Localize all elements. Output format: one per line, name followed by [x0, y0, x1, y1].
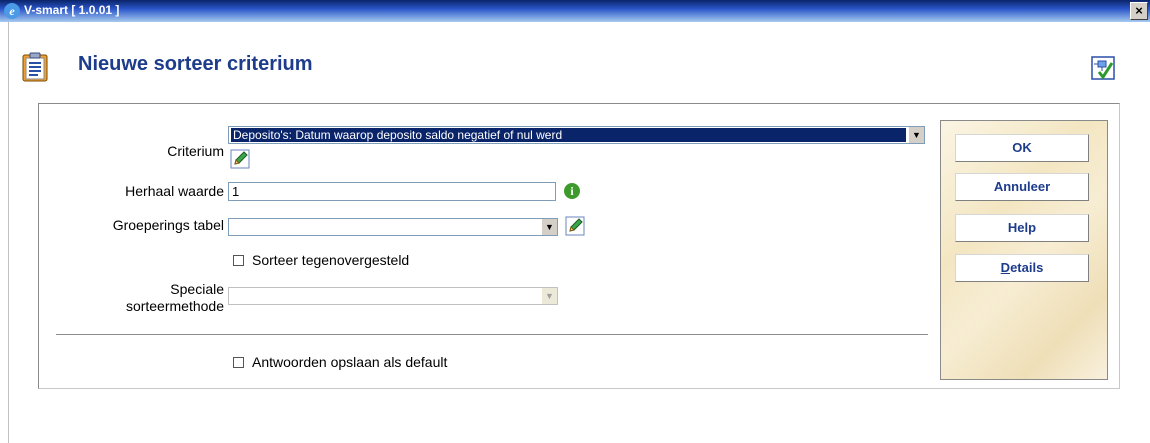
speciale-sorteermethode-label: Speciale sorteermethode — [80, 281, 224, 315]
internet-explorer-icon: e — [4, 3, 20, 19]
groeperings-tabel-label: Groeperings tabel — [112, 217, 224, 233]
ok-button[interactable]: OK — [955, 134, 1089, 162]
details-accesskey: D — [1000, 260, 1011, 275]
window-title: V-smart [ 1.0.01 ] — [24, 3, 120, 17]
window-left-border — [0, 22, 9, 443]
clipboard-list-icon — [22, 52, 48, 82]
details-label-rest: etails — [1010, 260, 1044, 275]
herhaal-waarde-field[interactable]: 1 — [228, 182, 556, 201]
annuleer-button[interactable]: Annuleer — [955, 173, 1089, 201]
speciale-sorteermethode-select[interactable]: ▼ — [228, 287, 558, 305]
sorteer-tegenovergesteld-label: Sorteer tegenovergesteld — [252, 252, 410, 268]
speciale-label-line2: sorteermethode — [125, 298, 224, 314]
antwoorden-opslaan-checkbox[interactable] — [233, 357, 244, 368]
details-button[interactable]: Details — [955, 254, 1089, 282]
pencil-icon[interactable] — [230, 149, 250, 169]
separator — [56, 334, 928, 336]
chevron-down-icon[interactable]: ▼ — [541, 219, 557, 235]
groeperings-tabel-select[interactable]: ▼ — [228, 218, 558, 236]
help-button[interactable]: Help — [955, 214, 1089, 242]
antwoorden-opslaan-label: Antwoorden opslaan als default — [252, 354, 448, 370]
pencil-icon[interactable] — [565, 216, 585, 236]
page-title: Nieuwe sorteer criterium — [78, 53, 313, 75]
criterium-select-value: Deposito's: Datum waarop deposito saldo … — [231, 128, 906, 142]
criterium-select[interactable]: Deposito's: Datum waarop deposito saldo … — [228, 126, 925, 144]
speciale-label-line1: Speciale — [170, 281, 224, 297]
close-icon[interactable]: × — [1130, 2, 1148, 20]
groeperings-tabel-value — [231, 220, 539, 234]
chevron-down-icon[interactable]: ▼ — [908, 127, 924, 143]
chevron-down-icon[interactable]: ▼ — [541, 288, 557, 304]
window-titlebar: e V-smart [ 1.0.01 ] × — [0, 0, 1150, 22]
speciale-sorteermethode-value — [231, 289, 539, 303]
info-icon[interactable]: i — [564, 183, 580, 199]
criterium-label: Criterium — [167, 143, 224, 159]
help-flow-icon[interactable] — [1090, 55, 1116, 81]
sorteer-tegenovergesteld-checkbox[interactable] — [233, 255, 244, 266]
herhaal-waarde-label: Herhaal waarde — [125, 183, 224, 199]
